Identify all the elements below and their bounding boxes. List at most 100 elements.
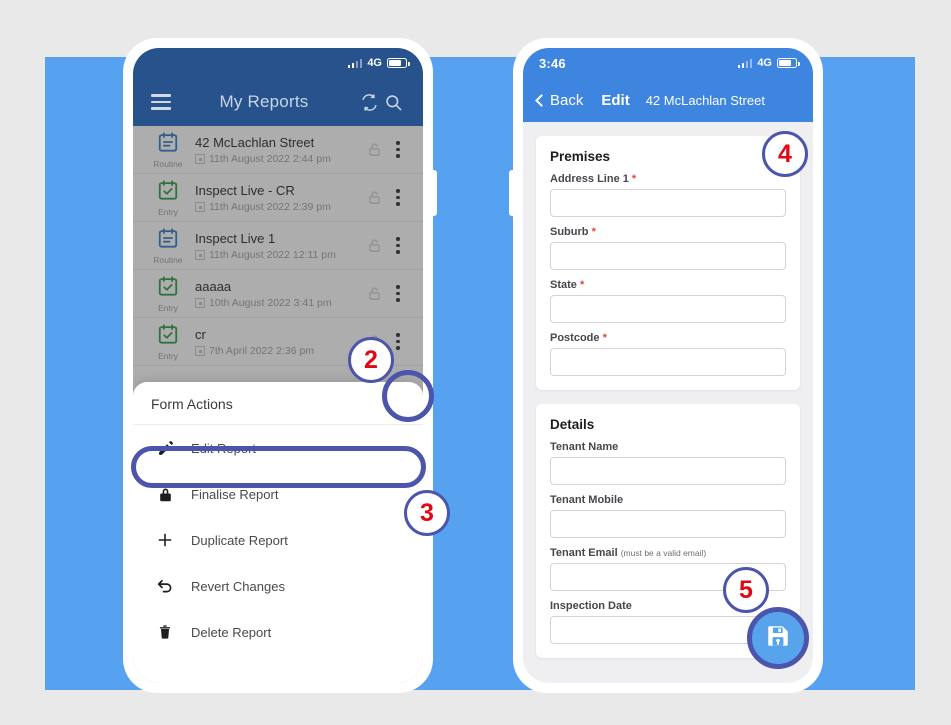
report-type-label: Entry	[158, 302, 178, 313]
chevron-left-icon	[535, 93, 548, 107]
field-label-tenant-email: Tenant Email (must be a valid email)	[550, 547, 707, 559]
report-type-label: Entry	[158, 350, 178, 361]
field-label-address-line-1: Address Line 1 *	[550, 173, 637, 185]
input-state[interactable]	[550, 295, 786, 323]
report-name: 42 McLachlan Street	[195, 134, 315, 150]
report-name: aaaaa	[195, 278, 232, 294]
premises-card: Premises Address Line 1 * Suburb * State *…	[536, 136, 800, 390]
field-label-tenant-mobile: Tenant Mobile	[550, 494, 624, 506]
search-icon[interactable]	[381, 93, 405, 112]
sheet-item-finalise-report[interactable]: Finalise Report	[133, 471, 423, 517]
input-suburb[interactable]	[550, 242, 786, 270]
calendar-icon	[157, 275, 179, 301]
calendar-icon	[157, 131, 179, 157]
field-label-suburb: Suburb *	[550, 226, 596, 238]
required-asterisk: *	[591, 226, 596, 238]
report-type: Entry	[145, 323, 191, 361]
network-type-label: 4G	[367, 57, 382, 69]
status-bar-time: 3:46	[539, 55, 566, 71]
premises-card-title: Premises	[550, 149, 611, 164]
mini-calendar-icon	[195, 153, 205, 164]
overflow-dots-icon[interactable]	[387, 237, 409, 254]
report-row[interactable]: Entry aaaaa 10th August 2022 3:41 pm	[133, 270, 423, 318]
report-row[interactable]: Entry Inspect Live - CR 11th August 2022 2…	[133, 174, 423, 222]
input-tenant-mobile[interactable]	[550, 510, 786, 538]
phone-side-button	[509, 170, 514, 216]
network-type-label: 4G	[757, 57, 772, 69]
pencil-edit-icon	[155, 440, 175, 457]
sheet-item-label: Delete Report	[191, 624, 272, 640]
callout-badge-5: 5	[723, 567, 769, 613]
input-postcode[interactable]	[550, 348, 786, 376]
required-asterisk: *	[602, 332, 607, 344]
undo-arrow-icon	[155, 577, 175, 595]
details-card-title: Details	[550, 417, 595, 432]
padlock-closed-icon	[155, 486, 175, 503]
overflow-dots-icon[interactable]	[387, 189, 409, 206]
report-address-label: 42 McLachlan Street	[645, 92, 765, 108]
field-label-tenant-name: Tenant Name	[550, 441, 619, 453]
unlocked-padlock-icon	[361, 286, 387, 301]
callout-badge-4: 4	[762, 131, 808, 177]
report-row[interactable]: Routine 42 McLachlan Street 11th August 20…	[133, 126, 423, 174]
phone-side-button	[432, 170, 437, 216]
report-date: 10th August 2022 3:41 pm	[195, 297, 361, 309]
sheet-item-edit-report[interactable]: Edit Report	[133, 425, 423, 471]
right-status-bar: 3:46 4G	[523, 48, 813, 78]
report-name: Inspect Live - CR	[195, 182, 295, 198]
report-type: Routine	[145, 227, 191, 265]
field-tenant-name: Tenant Name	[550, 441, 786, 485]
page-title: My Reports	[219, 92, 309, 111]
field-state: State *	[550, 279, 786, 323]
sync-refresh-icon[interactable]	[357, 93, 381, 112]
report-date: 11th August 2022 2:39 pm	[195, 201, 361, 213]
calendar-icon	[157, 179, 179, 205]
input-tenant-name[interactable]	[550, 457, 786, 485]
form-actions-sheet: Form Actions Edit Report Finalise Report D…	[133, 382, 423, 683]
report-row[interactable]: Routine Inspect Live 1 11th August 2022 12…	[133, 222, 423, 270]
sheet-item-duplicate-report[interactable]: Duplicate Report	[133, 517, 423, 563]
hamburger-menu-icon[interactable]	[151, 94, 171, 110]
overflow-dots-icon[interactable]	[387, 141, 409, 158]
report-date: 7th April 2022 2:36 pm	[195, 345, 361, 357]
signal-bars-icon	[737, 58, 753, 68]
overflow-dots-icon[interactable]	[387, 285, 409, 302]
edit-mode-label: Edit	[601, 91, 630, 109]
field-suburb: Suburb *	[550, 226, 786, 270]
report-name: Inspect Live 1	[195, 230, 276, 246]
field-hint: (must be a valid email)	[620, 548, 707, 558]
field-address-line-1: Address Line 1 *	[550, 173, 786, 217]
sheet-item-revert-changes[interactable]: Revert Changes	[133, 563, 423, 609]
report-date-text: 10th August 2022 3:41 pm	[209, 296, 332, 309]
report-type: Entry	[145, 179, 191, 217]
sheet-item-label: Finalise Report	[191, 486, 279, 502]
unlocked-padlock-icon	[361, 142, 387, 157]
battery-icon	[387, 58, 410, 68]
sheet-item-label: Revert Changes	[191, 578, 285, 594]
sheet-item-delete-report[interactable]: Delete Report	[133, 609, 423, 655]
report-date: 11th August 2022 2:44 pm	[195, 153, 361, 165]
back-button[interactable]: Back	[535, 91, 584, 109]
left-app-header: 4G My Reports	[133, 48, 423, 126]
battery-icon	[777, 58, 800, 68]
calendar-icon	[157, 323, 179, 349]
unlocked-padlock-icon	[361, 238, 387, 253]
save-floppy-disk-icon	[765, 623, 791, 654]
report-date: 11th August 2022 12:11 pm	[195, 249, 361, 261]
mini-calendar-icon	[195, 297, 205, 308]
report-date-text: 11th August 2022 12:11 pm	[209, 248, 336, 261]
save-fab[interactable]	[747, 607, 809, 669]
mini-calendar-icon	[195, 201, 205, 212]
form-scroll-area[interactable]: Premises Address Line 1 * Suburb * State *…	[523, 122, 813, 658]
field-postcode: Postcode *	[550, 332, 786, 376]
input-address-line-1[interactable]	[550, 189, 786, 217]
callout-badge-2: 2	[348, 337, 394, 383]
report-type: Routine	[145, 131, 191, 169]
mini-calendar-icon	[195, 249, 205, 260]
left-toolbar: My Reports	[133, 78, 423, 126]
required-asterisk: *	[631, 173, 637, 185]
report-date-text: 11th August 2022 2:44 pm	[209, 152, 331, 165]
back-label: Back	[550, 91, 584, 109]
unlocked-padlock-icon	[361, 190, 387, 205]
sheet-item-label: Edit Report	[191, 440, 257, 456]
